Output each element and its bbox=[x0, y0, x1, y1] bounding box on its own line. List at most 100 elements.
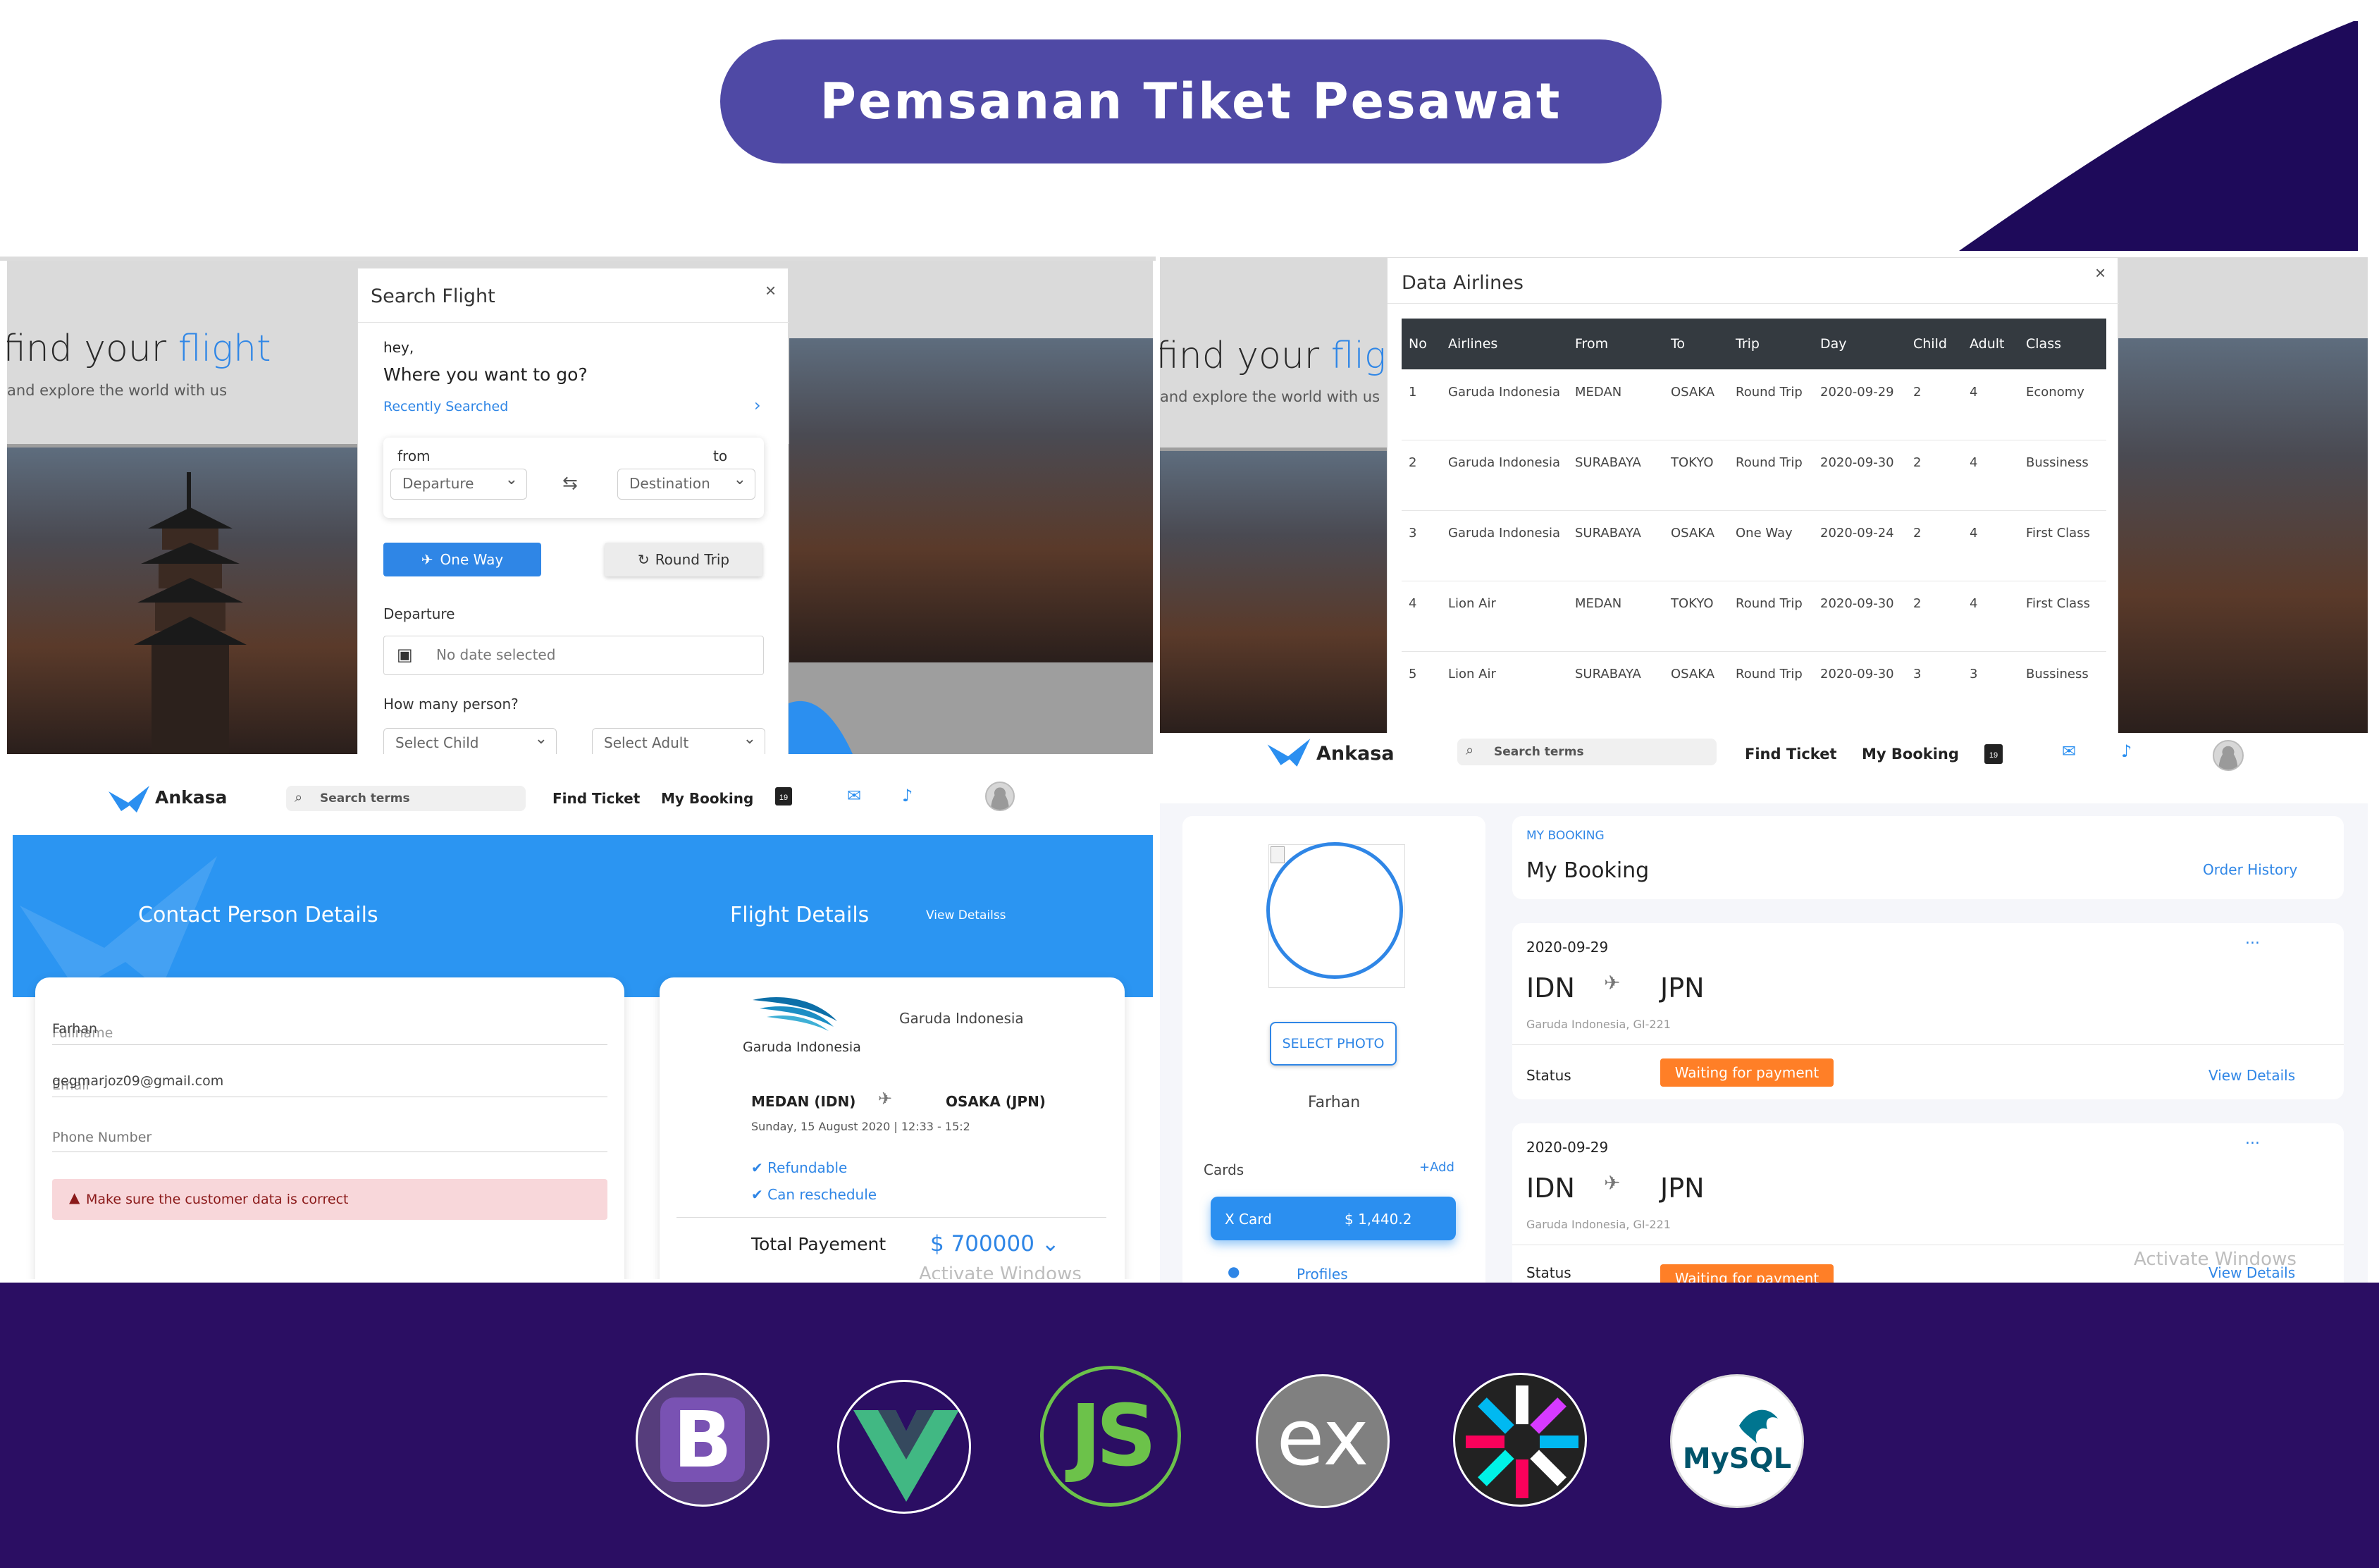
hero-headline-accent: flight bbox=[178, 328, 271, 370]
contact-form-card: Fullname Farhan Email gegmarjoz09@gmail.… bbox=[35, 977, 624, 1279]
table-cell: SURABAYA bbox=[1568, 439, 1664, 510]
hero-headline: find your flight bbox=[7, 328, 271, 370]
table-cell: 2 bbox=[1906, 369, 1963, 440]
card-divider bbox=[676, 1217, 1106, 1218]
table-cell: 2020-09-30 bbox=[1813, 650, 1906, 722]
select-photo-button[interactable]: SELECT PHOTO bbox=[1270, 1022, 1397, 1066]
view-details-link[interactable]: View Details bbox=[2208, 1067, 2295, 1084]
search-input[interactable]: ⌕ Search terms bbox=[1457, 739, 1717, 765]
brand-logo[interactable]: Ankasa bbox=[1316, 743, 1395, 765]
airlines-table: No Airlines From To Trip Day Child Adult Class 1… bbox=[1402, 319, 2106, 722]
search-flight-screenshot: find your flight and explore the world w… bbox=[7, 261, 1153, 754]
card-divider bbox=[1512, 1044, 2344, 1045]
fullname-field[interactable]: Fullname Farhan bbox=[52, 1013, 607, 1045]
table-cell: Economy bbox=[2019, 369, 2106, 440]
vue-logo-mark bbox=[853, 1410, 959, 1502]
mail-icon[interactable]: ✉ bbox=[2062, 741, 2076, 761]
hero-headline-text: find your bbox=[1160, 335, 1331, 377]
child-select[interactable]: Select Child bbox=[383, 728, 557, 754]
round-trip-button[interactable]: ↻ Round Trip bbox=[605, 543, 762, 576]
express-logo-text: ex bbox=[1276, 1393, 1369, 1483]
navbar: Ankasa ⌕ Search terms Find Ticket My Boo… bbox=[1160, 733, 2368, 803]
avatar[interactable] bbox=[985, 782, 1015, 811]
swap-icon[interactable]: ⇆ bbox=[562, 473, 578, 494]
profiles-link[interactable]: Profiles bbox=[1297, 1266, 1348, 1283]
close-icon[interactable]: × bbox=[2095, 262, 2106, 284]
nav-my-booking[interactable]: My Booking bbox=[1862, 746, 1959, 763]
bootstrap-logo-icon: B bbox=[636, 1373, 770, 1507]
search-placeholder: Search terms bbox=[320, 791, 410, 805]
phone-field[interactable]: Phone Number bbox=[52, 1120, 607, 1152]
booking-menu-icon[interactable]: ... bbox=[2245, 1130, 2260, 1148]
express-logo-icon: ex bbox=[1256, 1374, 1390, 1508]
total-value[interactable]: $ 700000 ⌄ bbox=[930, 1231, 1060, 1257]
mail-icon[interactable]: ✉ bbox=[847, 786, 861, 805]
view-details-link[interactable]: View Detailss bbox=[926, 908, 1006, 922]
mysql-logo-text: MySQL bbox=[1682, 1443, 1792, 1475]
nav-find-ticket[interactable]: Find Ticket bbox=[1745, 746, 1837, 763]
mysql-logo-icon: MySQL bbox=[1670, 1374, 1804, 1508]
broken-image-icon bbox=[1271, 846, 1285, 863]
table-cell: 2020-09-30 bbox=[1813, 580, 1906, 651]
navbar: Ankasa ⌕ Search terms Find Ticket My Boo… bbox=[7, 758, 1153, 835]
modal-divider bbox=[1388, 303, 2119, 304]
add-card-link[interactable]: +Add bbox=[1419, 1160, 1454, 1175]
bell-icon[interactable]: ♪ bbox=[902, 786, 913, 805]
total-label: Total Payement bbox=[751, 1234, 886, 1254]
chevron-right-icon[interactable]: › bbox=[754, 395, 761, 415]
table-cell: Garuda Indonesia bbox=[1441, 369, 1568, 440]
departure-select[interactable]: Departure bbox=[390, 469, 527, 500]
search-icon: ⌕ bbox=[1466, 741, 1474, 758]
my-booking-header-card: MY BOOKING My Booking Order History bbox=[1512, 816, 2344, 899]
column-header: Trip bbox=[1729, 319, 1813, 369]
table-cell: 2020-09-30 bbox=[1813, 439, 1906, 510]
one-way-button[interactable]: ✈ One Way bbox=[383, 543, 541, 576]
avatar[interactable] bbox=[2213, 740, 2244, 771]
activate-windows-watermark: Activate Windows bbox=[919, 1264, 1082, 1279]
warning-icon: ▲ bbox=[69, 1189, 80, 1206]
date-placeholder: No date selected bbox=[436, 646, 556, 663]
adult-select[interactable]: Select Adult bbox=[592, 728, 765, 754]
persons-label: How many person? bbox=[383, 696, 519, 712]
table-cell: 2 bbox=[1906, 510, 1963, 581]
hero-photo-left bbox=[1160, 451, 1392, 733]
plane-icon: ✈ bbox=[421, 551, 433, 568]
flight-section-title: Flight Details bbox=[730, 903, 870, 927]
from-label: from bbox=[397, 447, 431, 464]
close-icon[interactable]: × bbox=[765, 280, 776, 302]
table-row: 4 Lion Air MEDAN TOKYO Round Trip 2020-09-30 2… bbox=[1402, 580, 2106, 651]
garuda-logo-text: Garuda Indonesia bbox=[743, 1039, 861, 1055]
table-cell: Garuda Indonesia bbox=[1441, 439, 1568, 510]
modal-title: Search Flight bbox=[371, 285, 495, 307]
profile-user-name: Farhan bbox=[1308, 1094, 1361, 1111]
nav-find-ticket[interactable]: Find Ticket bbox=[552, 790, 640, 807]
search-input[interactable]: ⌕ Search terms bbox=[286, 786, 526, 811]
plane-icon: ✈ bbox=[878, 1089, 893, 1109]
destination-select[interactable]: Destination bbox=[617, 469, 755, 500]
calendar-icon[interactable]: 19 bbox=[775, 787, 792, 805]
warning-alert: ▲ Make sure the customer data is correct bbox=[52, 1179, 607, 1220]
calendar-icon[interactable]: 19 bbox=[1984, 744, 2003, 764]
table-cell: 3 bbox=[1906, 650, 1963, 722]
table-cell: Round Trip bbox=[1729, 650, 1813, 722]
status-badge: Waiting for payment bbox=[1660, 1058, 1834, 1087]
hero-photo-right bbox=[2118, 338, 2368, 733]
nav-my-booking[interactable]: My Booking bbox=[661, 790, 753, 807]
order-history-link[interactable]: Order History bbox=[2203, 861, 2297, 878]
recently-searched-link[interactable]: Recently Searched bbox=[383, 399, 508, 414]
corner-decoration bbox=[1959, 21, 2358, 251]
search-icon: ⌕ bbox=[295, 789, 303, 805]
brand-logo[interactable]: Ankasa bbox=[155, 787, 227, 808]
calendar-icon: ▣ bbox=[397, 645, 413, 665]
table-cell: 3 bbox=[1402, 510, 1441, 581]
bootstrap-logo-inner: B bbox=[660, 1397, 745, 1482]
email-field[interactable]: Email gegmarjoz09@gmail.com bbox=[52, 1065, 607, 1097]
nodejs-logo-text: JS bbox=[1070, 1387, 1156, 1486]
x-card[interactable]: X Card $ 1,440.2 bbox=[1211, 1197, 1456, 1240]
route-to: OSAKA (JPN) bbox=[946, 1093, 1046, 1110]
date-picker[interactable]: ▣ No date selected bbox=[383, 636, 764, 675]
booking-menu-icon[interactable]: ... bbox=[2245, 930, 2260, 948]
table-cell: Lion Air bbox=[1441, 580, 1568, 651]
column-header: Day bbox=[1813, 319, 1906, 369]
bell-icon[interactable]: ♪ bbox=[2121, 741, 2132, 761]
